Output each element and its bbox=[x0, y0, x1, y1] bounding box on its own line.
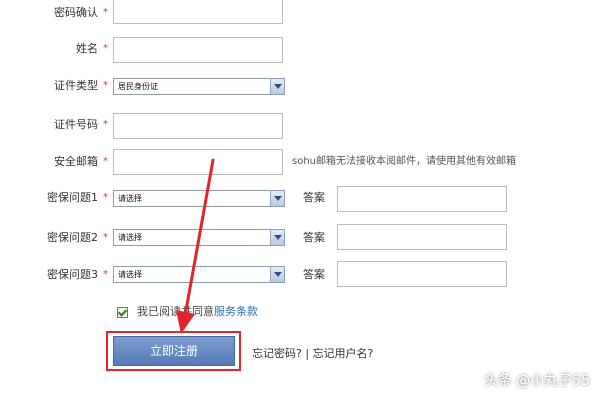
registration-form: 密码确认 * 姓名 * 证件类型 * 居民身份证 证件号码 * 安全邮箱 * s… bbox=[0, 0, 600, 400]
red-arrow-icon bbox=[176, 158, 215, 334]
watermark-text: 头条 @小丸子55 bbox=[483, 373, 590, 389]
